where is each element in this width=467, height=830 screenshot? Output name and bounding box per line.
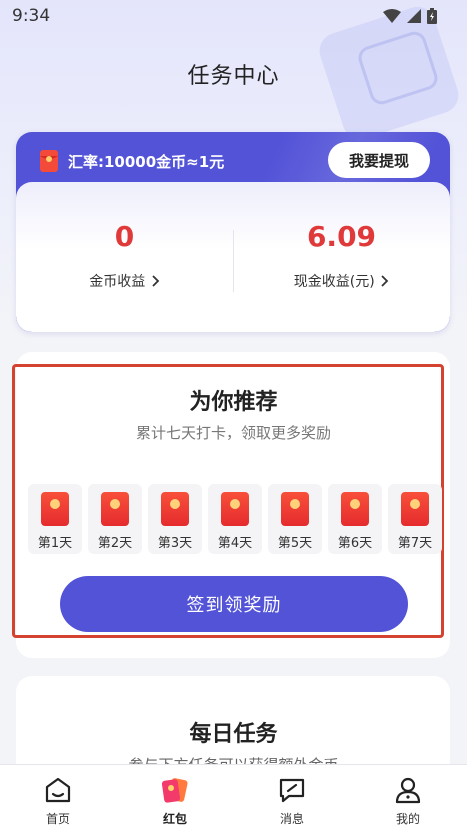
status-time: 9:34 — [12, 6, 51, 26]
checkin-day-2: 第2天 — [88, 484, 142, 554]
earnings-panel: 0 金币收益 6.09 现金收益(元) — [16, 182, 450, 332]
checkin-day-4: 第4天 — [208, 484, 262, 554]
daily-task-title: 每日任务 — [189, 722, 278, 747]
status-bar: 9:34 — [0, 0, 467, 34]
battery-icon — [427, 8, 437, 24]
red-envelope-icon — [341, 492, 369, 526]
checkin-day-3: 第3天 — [148, 484, 202, 554]
cash-earnings[interactable]: 6.09 现金收益(元) — [233, 220, 450, 291]
chevron-right-icon — [381, 275, 389, 287]
red-envelope-icon — [161, 492, 189, 526]
wifi-icon — [383, 9, 401, 23]
message-icon — [277, 775, 307, 805]
red-envelope-icon — [281, 492, 309, 526]
red-envelope-icon — [101, 492, 129, 526]
cash-earnings-label: 现金收益(元) — [233, 271, 450, 291]
user-icon — [393, 775, 423, 805]
cash-earnings-value: 6.09 — [306, 220, 377, 253]
recommend-title: 为你推荐 — [189, 390, 278, 415]
withdraw-button[interactable]: 我要提现 — [328, 142, 430, 178]
chevron-right-icon — [152, 275, 159, 287]
recommend-subtitle: 累计七天打卡，领取更多奖励 — [135, 424, 331, 442]
tab-messages[interactable]: 消息 — [247, 765, 337, 830]
red-envelope-icon — [401, 492, 429, 526]
exchange-rate-text: 汇率:10000金币≈1元 — [68, 152, 225, 171]
page-title: 任务中心 — [187, 64, 280, 89]
status-icons — [383, 8, 437, 24]
home-icon — [43, 775, 73, 805]
exchange-rate-row: 汇率:10000金币≈1元 — [40, 150, 224, 172]
checkin-day-1: 第1天 — [28, 484, 82, 554]
bottom-tab-bar: 首页 红包 消息 我的 — [0, 764, 467, 830]
checkin-day-7: 第7天 — [388, 484, 442, 554]
coin-earnings-label: 金币收益 — [16, 271, 233, 291]
coin-earnings-value: 0 — [114, 220, 135, 253]
red-envelope-icon — [221, 492, 249, 526]
red-envelope-icon — [41, 492, 69, 526]
signal-icon — [407, 9, 421, 23]
checkin-day-5: 第5天 — [268, 484, 322, 554]
coin-earnings[interactable]: 0 金币收益 — [16, 220, 233, 291]
red-packet-icon — [160, 775, 190, 805]
checkin-reward-button[interactable]: 签到领奖励 — [60, 576, 408, 632]
checkin-days: 第1天 第2天 第3天 第4天 第5天 第6天 第7天 — [28, 484, 442, 554]
balance-card: 汇率:10000金币≈1元 我要提现 0 金币收益 6.09 现金收益(元) — [16, 132, 450, 332]
tab-home[interactable]: 首页 — [13, 765, 103, 830]
red-envelope-icon — [40, 150, 58, 172]
checkin-day-6: 第6天 — [328, 484, 382, 554]
tab-red-packet[interactable]: 红包 — [130, 765, 220, 830]
tab-profile[interactable]: 我的 — [363, 765, 453, 830]
